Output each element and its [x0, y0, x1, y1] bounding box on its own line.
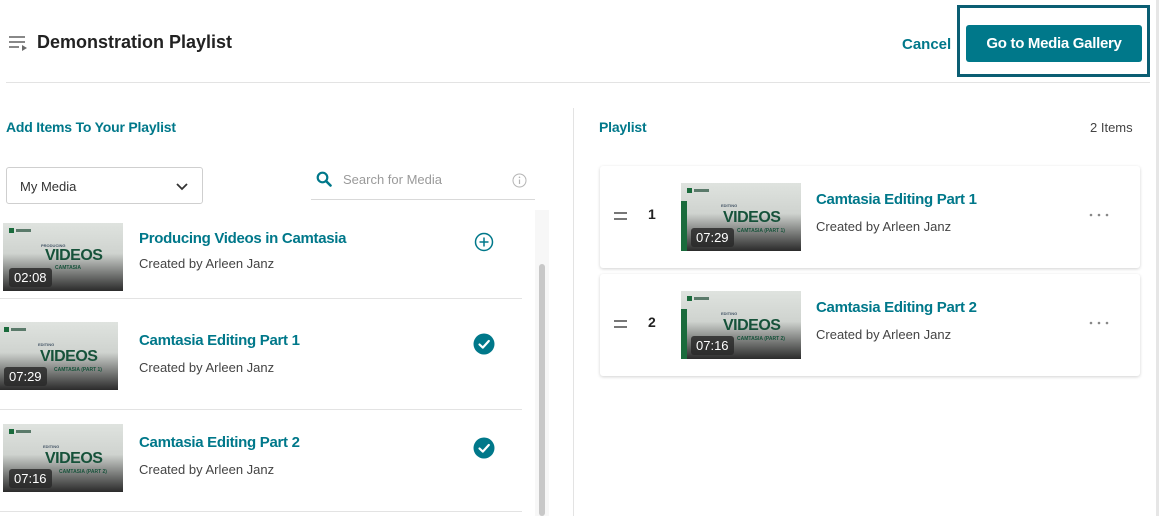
row-divider: [0, 511, 522, 512]
logo-icon: [687, 188, 709, 193]
drag-handle-icon[interactable]: [614, 212, 627, 220]
playlist-entry-title[interactable]: Camtasia Editing Part 1: [816, 191, 977, 208]
duration-badge: 07:16: [9, 469, 52, 488]
list-item: EDITING VIDEOS CAMTASIA (PART 2) 07:16 C…: [0, 410, 522, 512]
window-edge: [1156, 0, 1159, 516]
list-item: PRODUCING VIDEOS CAMTASIA 02:08 Producin…: [0, 210, 522, 299]
thumbnail-caption: VIDEOS: [723, 317, 781, 334]
thumbnail-caption: VIDEOS: [723, 209, 781, 226]
check-circle-icon[interactable]: [473, 333, 495, 355]
playlist-entry-index: 2: [648, 314, 656, 330]
playlist-entry[interactable]: 1 EDITING VIDEOS CAMTASIA (PART 1) 07:29…: [600, 166, 1140, 268]
search-input[interactable]: [343, 168, 503, 190]
cancel-link[interactable]: Cancel: [902, 36, 951, 53]
media-filter-select[interactable]: My Media: [6, 167, 203, 204]
row-divider: [0, 298, 522, 299]
video-thumbnail[interactable]: EDITING VIDEOS CAMTASIA (PART 2) 07:16: [3, 424, 123, 492]
go-to-media-gallery-button[interactable]: Go to Media Gallery: [966, 25, 1142, 62]
video-thumbnail[interactable]: EDITING VIDEOS CAMTASIA (PART 1) 07:29: [0, 322, 118, 390]
thumbnail-caption: CAMTASIA (PART 2): [737, 336, 785, 342]
drag-handle-icon[interactable]: [614, 320, 627, 328]
search-icon[interactable]: [316, 171, 332, 187]
logo-icon: [9, 228, 31, 233]
duration-badge: 07:29: [691, 228, 734, 247]
thumbnail-caption: CAMTASIA: [55, 265, 82, 271]
video-thumbnail[interactable]: EDITING VIDEOS CAMTASIA (PART 2) 07:16: [681, 291, 801, 359]
media-author: Created by Arleen Janz: [139, 256, 275, 271]
media-filter-value: My Media: [20, 179, 77, 194]
header-bar: Demonstration Playlist Cancel Go to Medi…: [0, 0, 1163, 84]
logo-icon: [687, 296, 709, 301]
playlist-entry-title[interactable]: Camtasia Editing Part 2: [816, 299, 977, 316]
add-items-heading: Add Items To Your Playlist: [6, 119, 176, 135]
thumbnail-caption: CAMTASIA (PART 1): [737, 228, 785, 234]
thumbnail-caption: VIDEOS: [45, 450, 103, 467]
thumbnail-caption: CAMTASIA (PART 1): [54, 367, 102, 373]
info-icon[interactable]: [512, 173, 527, 188]
playlist-heading: Playlist: [599, 119, 647, 135]
thumbnail-caption: EDITING: [721, 203, 738, 208]
scrollbar-thumb[interactable]: [539, 264, 545, 516]
thumbnail-strip: [681, 201, 687, 251]
thumbnail-strip: [681, 309, 687, 359]
playlist-entry-author: Created by Arleen Janz: [816, 327, 952, 342]
thumbnail-caption: EDITING: [43, 444, 60, 449]
video-thumbnail[interactable]: EDITING VIDEOS CAMTASIA (PART 1) 07:29: [681, 183, 801, 251]
thumbnail-caption: VIDEOS: [45, 247, 103, 264]
media-title[interactable]: Camtasia Editing Part 2: [139, 434, 300, 451]
column-divider: [573, 108, 574, 516]
playlist-entry-index: 1: [648, 206, 656, 222]
chevron-down-icon: [176, 183, 188, 191]
media-author: Created by Arleen Janz: [139, 462, 275, 477]
playlist-entry-author: Created by Arleen Janz: [816, 219, 952, 234]
thumbnail-caption: CAMTASIA (PART 2): [59, 469, 107, 475]
media-author: Created by Arleen Janz: [139, 360, 275, 375]
header-divider: [6, 82, 1150, 83]
more-options-icon[interactable]: [1088, 212, 1110, 218]
logo-icon: [9, 429, 31, 434]
more-options-icon[interactable]: [1088, 320, 1110, 326]
media-title[interactable]: Camtasia Editing Part 1: [139, 332, 300, 349]
add-circle-icon[interactable]: [474, 232, 494, 252]
media-list: PRODUCING VIDEOS CAMTASIA 02:08 Producin…: [0, 210, 535, 516]
playlist-entry[interactable]: 2 EDITING VIDEOS CAMTASIA (PART 2) 07:16…: [600, 274, 1140, 376]
list-item: EDITING VIDEOS CAMTASIA (PART 1) 07:29 C…: [0, 308, 522, 410]
duration-badge: 02:08: [9, 268, 52, 287]
playlist-item-count: 2 Items: [1090, 120, 1133, 135]
duration-badge: 07:16: [691, 336, 734, 355]
page-title: Demonstration Playlist: [37, 32, 233, 52]
thumbnail-caption: EDITING: [38, 342, 55, 347]
media-title[interactable]: Producing Videos in Camtasia: [139, 230, 347, 247]
duration-badge: 07:29: [4, 367, 47, 386]
playlist-icon: [9, 36, 27, 51]
thumbnail-caption: EDITING: [721, 311, 738, 316]
video-thumbnail[interactable]: PRODUCING VIDEOS CAMTASIA 02:08: [3, 223, 123, 291]
logo-icon: [4, 327, 26, 332]
search-box: [311, 166, 535, 200]
check-circle-icon[interactable]: [473, 437, 495, 459]
thumbnail-caption: VIDEOS: [40, 348, 98, 365]
